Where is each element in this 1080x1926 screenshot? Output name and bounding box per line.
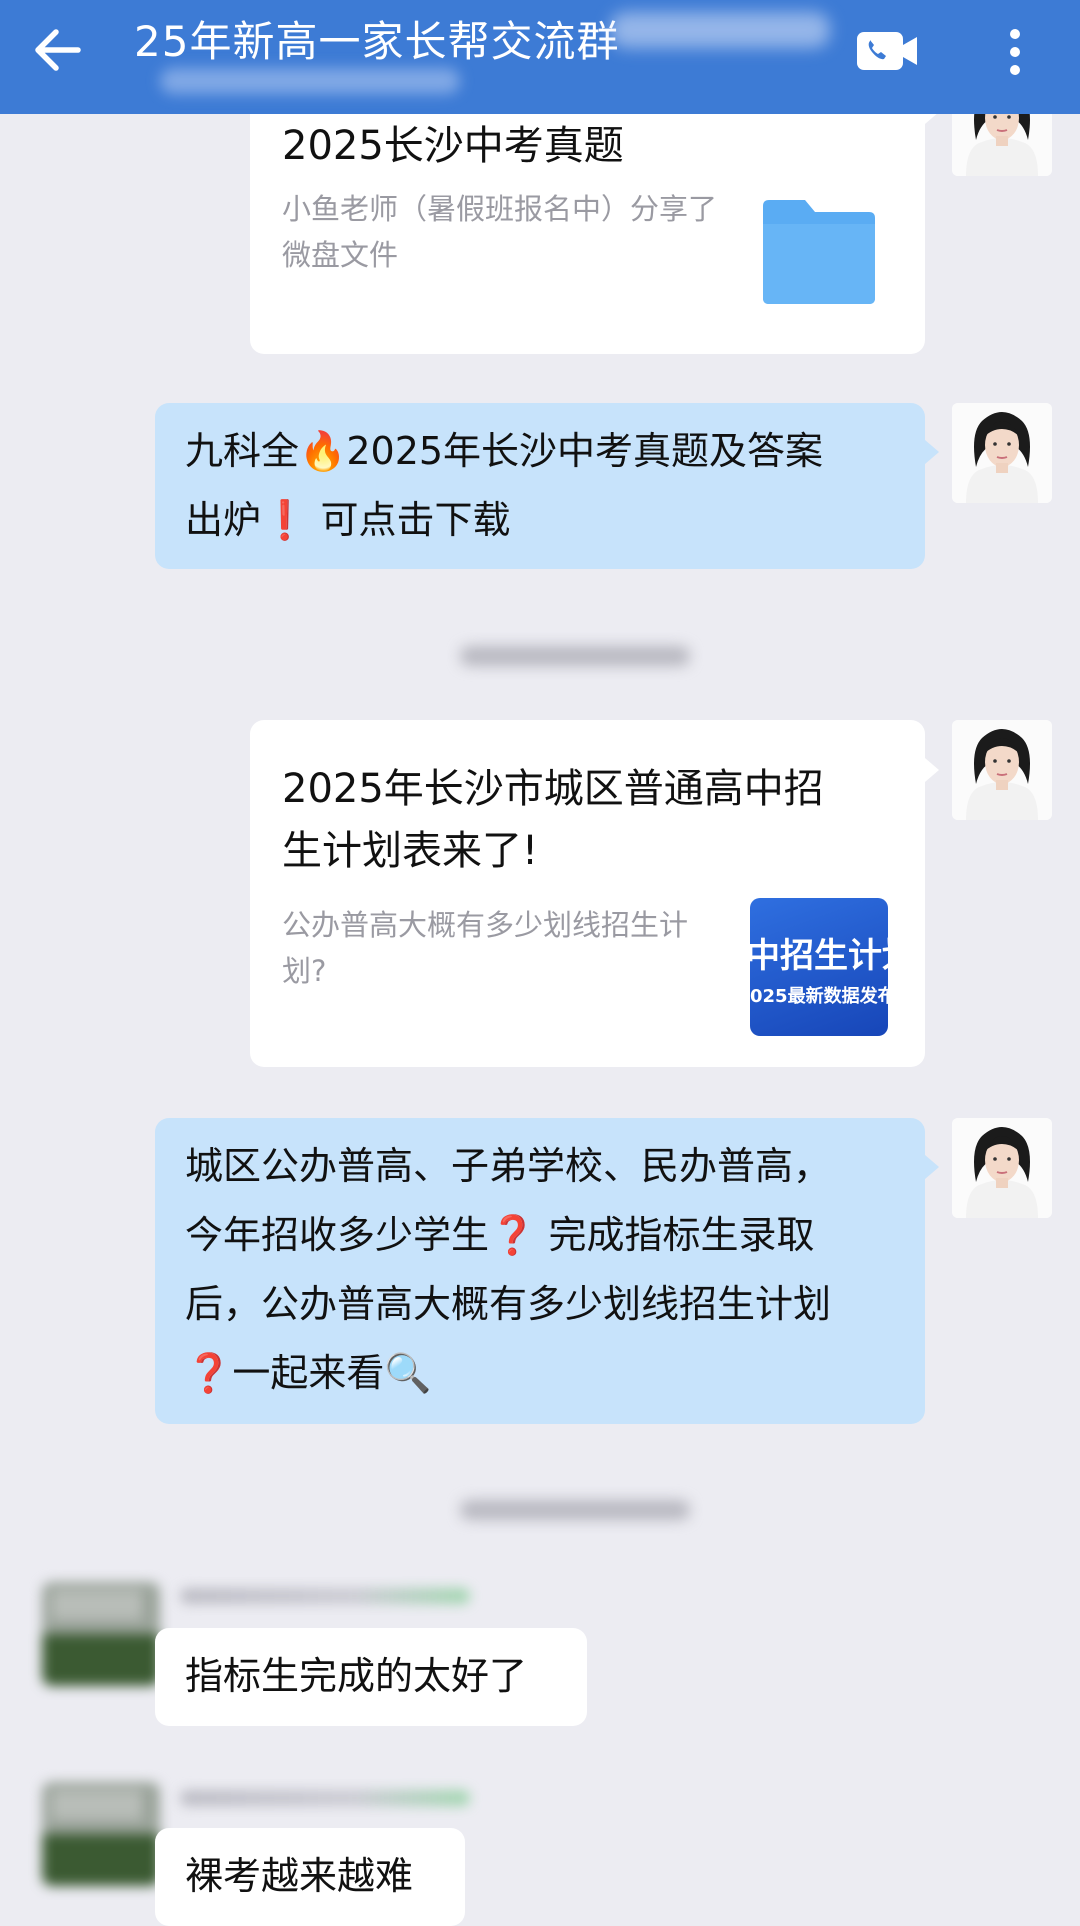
message-line: ❓一起来看🔍: [185, 1339, 895, 1408]
redacted-timestamp: [460, 646, 690, 666]
message-line: 今年招收多少学生❓ 完成指标生录取: [185, 1201, 895, 1270]
sender-avatar[interactable]: [952, 720, 1052, 820]
link-card-thumbnail: 中招生计划 025最新数据发布: [750, 898, 888, 1036]
link-card-description: 公办普高大概有多少划线招生计划?: [282, 908, 689, 988]
back-button[interactable]: [30, 20, 100, 80]
message-text: 指标生完成的太好了: [185, 1654, 528, 1698]
fire-icon: 🔥: [299, 429, 347, 473]
file-share-card[interactable]: 2025长沙中考真题 小鱼老师（暑假班报名中）分享了微盘文件: [250, 90, 925, 354]
link-card-title-line1: 2025年长沙市城区普通高中招: [282, 766, 824, 812]
redacted-timestamp: [460, 1500, 690, 1520]
bubble-tail: [925, 1155, 939, 1179]
redacted-subtitle: [160, 68, 460, 94]
message-bubble[interactable]: 指标生完成的太好了: [155, 1628, 587, 1726]
message-bubble[interactable]: 城区公办普高、子弟学校、民办普高， 今年招收多少学生❓ 完成指标生录取 后，公办…: [155, 1118, 925, 1424]
arrow-left-icon: [35, 29, 81, 71]
bubble-tail: [925, 758, 939, 782]
question-mark-icon: ❓: [489, 1213, 537, 1257]
sender-avatar[interactable]: [42, 1782, 160, 1886]
message-text: 可点击下载: [320, 498, 511, 542]
message-bubble[interactable]: 裸考越来越难: [155, 1828, 465, 1926]
more-vertical-icon: [1010, 29, 1020, 75]
magnifier-icon: 🔍: [384, 1351, 432, 1395]
chat-title: 25年新高一家长帮交流群: [134, 17, 620, 66]
exclamation-icon: ❗: [261, 498, 309, 542]
message-text: 九科全: [185, 429, 300, 473]
bubble-tail: [925, 440, 939, 464]
question-mark-icon: ❓: [185, 1351, 233, 1395]
message-line: 城区公办普高、子弟学校、民办普高，: [185, 1144, 832, 1188]
file-card-title: 2025长沙中考真题: [282, 123, 624, 169]
message-line: 九科全🔥2025年长沙中考真题及答案: [185, 417, 895, 486]
redacted-sender-name: [180, 1588, 470, 1604]
sender-avatar[interactable]: [952, 1118, 1052, 1218]
redacted-member-count: [610, 12, 830, 48]
link-share-card[interactable]: 2025年长沙市城区普通高中招 生计划表来了! 公办普高大概有多少划线招生计划?…: [250, 720, 925, 1067]
link-card-title-line2: 生计划表来了!: [282, 828, 539, 874]
message-line: 出炉❗ 可点击下载: [185, 486, 895, 555]
more-options-button[interactable]: [995, 22, 1035, 82]
video-call-icon: [857, 32, 917, 70]
chat-header: 25年新高一家长帮交流群: [0, 0, 1080, 114]
message-line: 后，公办普高大概有多少划线招生计划: [185, 1282, 832, 1326]
message-text: 完成指标生录取: [548, 1213, 815, 1257]
folder-icon: [763, 200, 875, 304]
thumbnail-heading: 中招生计划: [750, 936, 888, 976]
message-bubble[interactable]: 九科全🔥2025年长沙中考真题及答案 出炉❗ 可点击下载: [155, 403, 925, 569]
message-text: 2025年长沙中考真题及答案: [346, 429, 824, 473]
message-text: 裸考越来越难: [185, 1854, 414, 1898]
message-text: 今年招收多少学生: [185, 1213, 490, 1257]
sender-avatar[interactable]: [42, 1582, 160, 1686]
redacted-sender-name: [180, 1790, 470, 1806]
message-text: 出炉: [185, 498, 262, 542]
video-call-button[interactable]: [855, 26, 921, 76]
file-card-description: 小鱼老师（暑假班报名中）分享了微盘文件: [282, 192, 718, 272]
sender-avatar[interactable]: [952, 403, 1052, 503]
thumbnail-subheading: 025最新数据发布: [750, 986, 888, 1007]
message-text: 一起来看: [232, 1351, 385, 1395]
